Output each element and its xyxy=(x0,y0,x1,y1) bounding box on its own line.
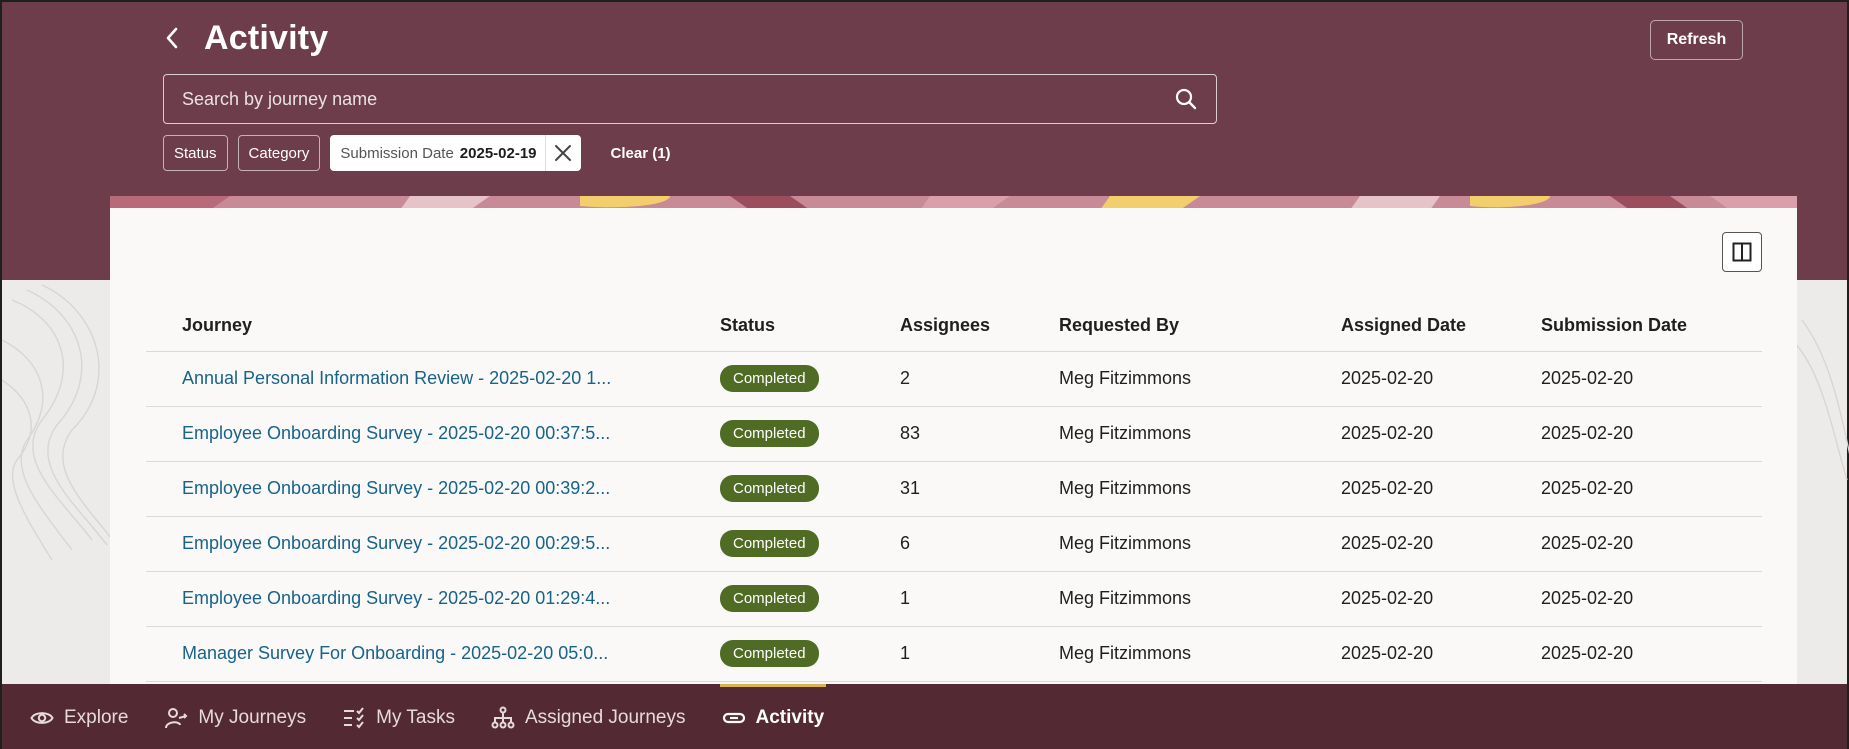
table-row[interactable]: Employee Onboarding Survey - 2025-02-20 … xyxy=(146,571,1762,627)
submission-date: 2025-02-20 xyxy=(1541,516,1762,572)
assigned-date: 2025-02-20 xyxy=(1341,626,1541,682)
nav-item-my-tasks[interactable]: My Tasks xyxy=(342,684,455,749)
nav-item-explore[interactable]: Explore xyxy=(30,684,128,749)
close-icon xyxy=(555,145,572,161)
activity-card: Journey Status Assignees Requested By As… xyxy=(110,208,1797,686)
split-panel-icon xyxy=(1732,242,1752,262)
table-row[interactable]: Employee Onboarding Survey - 2025-02-20 … xyxy=(146,516,1762,572)
task-list-icon xyxy=(344,706,364,728)
journey-link[interactable]: Annual Personal Information Review - 202… xyxy=(182,368,611,388)
nav-item-my-journeys[interactable]: My Journeys xyxy=(164,684,306,749)
status-badge: Completed xyxy=(720,475,819,502)
search-box xyxy=(163,74,1217,124)
search-icon[interactable] xyxy=(1174,87,1198,111)
hierarchy-icon xyxy=(491,706,515,728)
column-header-status[interactable]: Status xyxy=(720,300,900,352)
requested-by: Meg Fitzimmons xyxy=(1059,351,1341,407)
nav-label-my-journeys: My Journeys xyxy=(198,706,307,728)
submission-date: 2025-02-20 xyxy=(1541,626,1762,682)
assignees-count: 1 xyxy=(900,571,1059,627)
link-icon xyxy=(722,712,745,723)
submission-date: 2025-02-20 xyxy=(1541,571,1762,627)
assignees-count: 31 xyxy=(900,461,1059,517)
assignees-count: 83 xyxy=(900,406,1059,462)
requested-by: Meg Fitzimmons xyxy=(1059,516,1341,572)
submission-date: 2025-02-20 xyxy=(1541,351,1762,407)
table-row[interactable]: Annual Personal Information Review - 202… xyxy=(146,351,1762,407)
submission-date-filter-label: Submission Date xyxy=(340,144,454,162)
table-row[interactable]: Manager Survey For Onboarding - 2025-02-… xyxy=(146,626,1762,682)
back-button[interactable] xyxy=(162,18,182,58)
assigned-date: 2025-02-20 xyxy=(1341,516,1541,572)
remove-filter-button[interactable] xyxy=(544,135,581,171)
status-badge: Completed xyxy=(720,585,819,612)
nav-item-assigned-journeys[interactable]: Assigned Journeys xyxy=(491,684,686,749)
table-row[interactable]: Employee Onboarding Survey - 2025-02-20 … xyxy=(146,461,1762,517)
column-header-requested-by[interactable]: Requested By xyxy=(1059,300,1341,352)
filter-bar: Status Category Submission Date 2025-02-… xyxy=(163,135,671,171)
refresh-button[interactable]: Refresh xyxy=(1650,20,1743,60)
page-title-row: Activity xyxy=(162,18,328,58)
person-route-icon xyxy=(165,707,188,728)
assigned-date: 2025-02-20 xyxy=(1341,571,1541,627)
nav-label-my-tasks: My Tasks xyxy=(376,706,455,728)
column-header-assignees[interactable]: Assignees xyxy=(900,300,1059,352)
table-header-row: Journey Status Assignees Requested By As… xyxy=(146,300,1762,352)
status-filter-chip[interactable]: Status xyxy=(163,135,228,171)
column-toggle-button[interactable] xyxy=(1722,232,1762,272)
status-badge: Completed xyxy=(720,530,819,557)
requested-by: Meg Fitzimmons xyxy=(1059,626,1341,682)
assignees-count: 1 xyxy=(900,626,1059,682)
submission-date-filter-chip[interactable]: Submission Date 2025-02-19 xyxy=(330,135,581,171)
journey-link[interactable]: Employee Onboarding Survey - 2025-02-20 … xyxy=(182,588,610,608)
column-header-submission-date[interactable]: Submission Date xyxy=(1541,300,1762,352)
journey-link[interactable]: Employee Onboarding Survey - 2025-02-20 … xyxy=(182,533,610,553)
eye-icon xyxy=(30,711,54,724)
activity-table: Journey Status Assignees Requested By As… xyxy=(146,300,1762,682)
journey-link[interactable]: Employee Onboarding Survey - 2025-02-20 … xyxy=(182,423,610,443)
requested-by: Meg Fitzimmons xyxy=(1059,406,1341,462)
nav-item-activity[interactable]: Activity xyxy=(719,684,826,749)
column-header-journey[interactable]: Journey xyxy=(146,300,720,352)
submission-date: 2025-02-20 xyxy=(1541,406,1762,462)
submission-date: 2025-02-20 xyxy=(1541,461,1762,517)
status-badge: Completed xyxy=(720,365,819,392)
assignees-count: 6 xyxy=(900,516,1059,572)
requested-by: Meg Fitzimmons xyxy=(1059,571,1341,627)
journey-link[interactable]: Employee Onboarding Survey - 2025-02-20 … xyxy=(182,478,610,498)
submission-date-filter-value: 2025-02-19 xyxy=(459,144,537,162)
assignees-count: 2 xyxy=(900,351,1059,407)
page-title: Activity xyxy=(204,18,329,57)
assigned-date: 2025-02-20 xyxy=(1341,461,1541,517)
assigned-date: 2025-02-20 xyxy=(1341,406,1541,462)
clear-filters-link[interactable]: Clear (1) xyxy=(611,145,671,162)
nav-label-activity: Activity xyxy=(755,706,825,728)
status-badge: Completed xyxy=(720,640,819,667)
table-row[interactable]: Employee Onboarding Survey - 2025-02-20 … xyxy=(146,406,1762,462)
chevron-left-icon xyxy=(166,27,178,49)
nav-label-explore: Explore xyxy=(64,706,129,728)
journey-link[interactable]: Manager Survey For Onboarding - 2025-02-… xyxy=(182,643,608,663)
bottom-navigation: Explore My Journeys My Tasks Assigned Jo… xyxy=(2,684,1847,749)
requested-by: Meg Fitzimmons xyxy=(1059,461,1341,517)
status-badge: Completed xyxy=(720,420,819,447)
assigned-date: 2025-02-20 xyxy=(1341,351,1541,407)
search-input[interactable] xyxy=(182,88,1174,110)
nav-label-assigned-journeys: Assigned Journeys xyxy=(524,706,686,728)
column-header-assigned-date[interactable]: Assigned Date xyxy=(1341,300,1541,352)
category-filter-chip[interactable]: Category xyxy=(237,135,321,171)
